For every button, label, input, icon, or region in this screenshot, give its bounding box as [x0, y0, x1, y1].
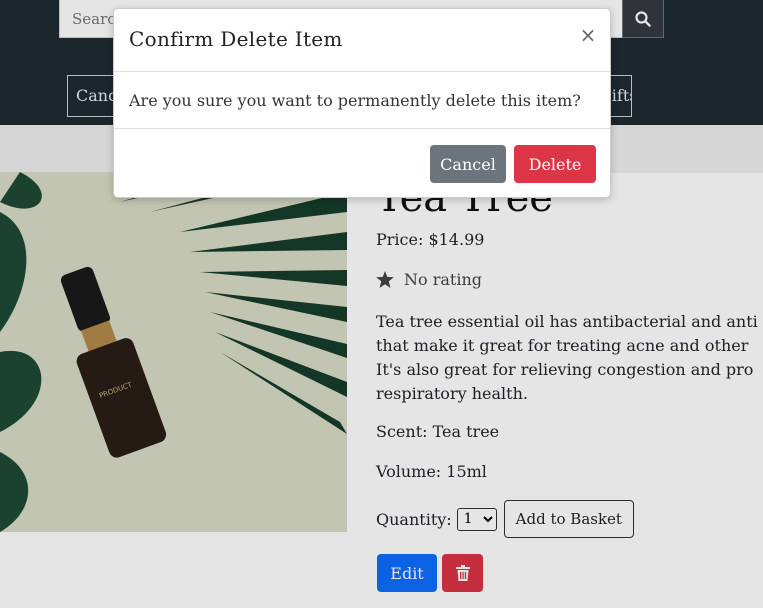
modal-footer: Cancel Delete	[114, 129, 610, 198]
modal-body: Are you sure you want to permanently del…	[114, 72, 610, 129]
cancel-button[interactable]: Cancel	[430, 145, 506, 183]
modal-message: Are you sure you want to permanently del…	[129, 91, 581, 110]
close-icon[interactable]: ×	[576, 23, 600, 47]
confirm-delete-button[interactable]: Delete	[514, 145, 596, 183]
modal-header: Confirm Delete Item ×	[114, 9, 610, 72]
confirm-delete-modal: Confirm Delete Item × Are you sure you w…	[113, 8, 611, 198]
modal-title: Confirm Delete Item	[129, 27, 343, 51]
